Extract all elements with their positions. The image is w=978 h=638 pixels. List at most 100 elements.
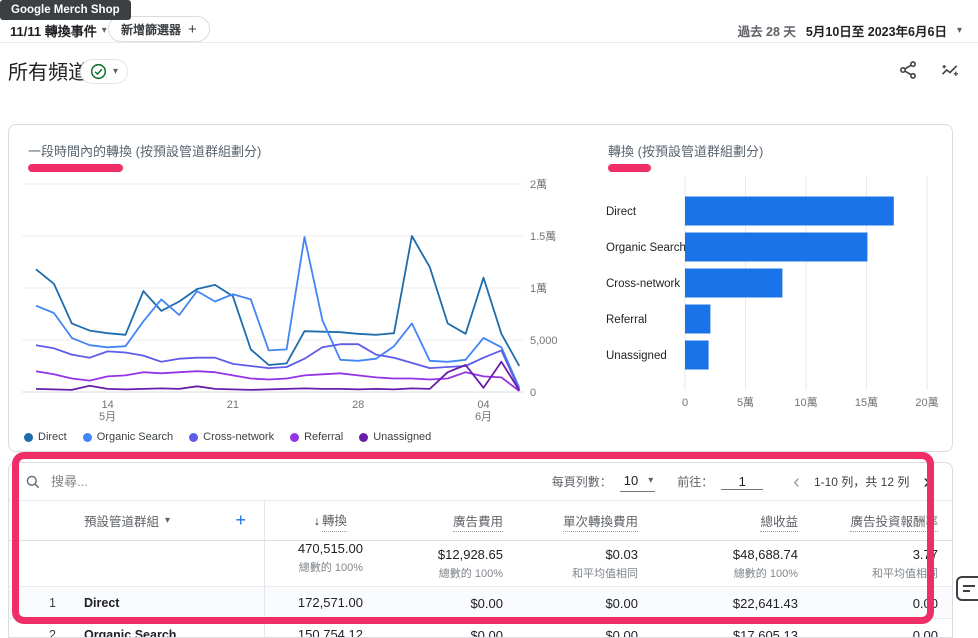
legend-label: Unassigned [373, 431, 432, 443]
totals-roas: 3.77 和平均值相同 [872, 546, 938, 580]
bar-referral [685, 304, 711, 334]
legend-item-referral[interactable]: Referral [290, 431, 343, 443]
goto-page-input[interactable] [721, 473, 764, 490]
column-header-label: 總收益 [760, 515, 798, 532]
add-dimension-button[interactable]: + [235, 510, 246, 531]
bar-category-label: Unassigned [606, 350, 667, 362]
channel-status-pill[interactable]: ▾ [80, 59, 129, 84]
x-axis-tick-label: 5萬 [737, 396, 754, 409]
pagination-range-label: 1-10 列，共 12 列 [813, 475, 910, 489]
date-preset-label: 過去 28 天 [737, 25, 796, 39]
bar-cross-network [685, 268, 783, 298]
legend-dot [189, 432, 199, 442]
search-icon [26, 475, 40, 488]
table-toolbar: 每頁列數： 10 ▾ 前往： ‹ 1-10 列，共 12 列 › [9, 463, 952, 501]
series-line-organic-search [35, 236, 521, 389]
row-channel-name: Direct [84, 596, 120, 610]
previous-page-chevron-icon[interactable]: ‹ [787, 472, 806, 492]
bar-category-label: Cross-network [606, 278, 680, 290]
x-axis-tick-label: 14 [101, 399, 113, 411]
date-range-picker[interactable]: 過去 28 天 5月10日至 2023年6月6日 ▾ [738, 21, 962, 40]
x-axis-tick-label: 04 [477, 399, 489, 411]
conversions-over-time-line-chart: 2萬 1.5萬 1萬 5,000 0 145月 21 28 046月 [22, 178, 558, 423]
table-search-input[interactable] [51, 474, 271, 489]
feedback-chat-icon[interactable] [956, 576, 978, 601]
bar-chart-title: 轉換 (按預設管道群組劃分) [608, 144, 764, 159]
row-channel-name: Organic Search [84, 628, 177, 638]
row-conversions: 150,754.12 [264, 619, 379, 637]
row-roas: 0.00 [912, 595, 938, 611]
legend-label: Cross-network [203, 431, 275, 443]
bar-category-label: Direct [606, 206, 637, 218]
table-row[interactable]: 2 Organic Search 150,754.12 $0.00 $0.00 … [9, 619, 952, 638]
column-header-conversions[interactable]: ↓ 轉換 [264, 501, 379, 540]
header-actions [898, 60, 960, 80]
row-total-revenue: $17,605.13 [732, 627, 798, 638]
report-selector[interactable]: 11/11 轉換事件 ▾ [10, 21, 107, 40]
add-filter-label: 新增篩選器 [121, 22, 182, 37]
x-axis-tick-label: 20萬 [915, 396, 938, 409]
totals-cost-per-conversion: $0.03 和平均值相同 [572, 546, 638, 580]
x-axis-tick-label: 15萬 [855, 396, 878, 409]
channels-table-card: 每頁列數： 10 ▾ 前往： ‹ 1-10 列，共 12 列 › 預設管道群組 … [8, 462, 953, 638]
bar-category-label: Referral [606, 314, 647, 326]
annotation-highlight-bar-right [608, 164, 651, 172]
legend-label: Referral [304, 431, 344, 443]
plus-icon: + [188, 20, 197, 38]
share-icon[interactable] [898, 60, 918, 80]
legend-label: Direct [38, 431, 67, 443]
y-axis-tick-label: 0 [530, 387, 536, 399]
column-header-roas[interactable]: 廣告投資報酬率 [814, 511, 952, 532]
line-chart-legend: Direct Organic Search Cross-network Refe… [24, 431, 431, 443]
legend-dot [359, 432, 369, 442]
date-range-label: 5月10日至 2023年6月6日 [805, 25, 947, 39]
dimension-column-header[interactable]: 預設管道群組 ▾ + [71, 510, 264, 531]
report-selector-label: 11/11 轉換事件 [10, 24, 97, 39]
sort-desc-icon: ↓ [313, 513, 320, 528]
y-axis-tick-label: 2萬 [530, 178, 547, 191]
column-header-label: 廣告投資報酬率 [850, 515, 938, 532]
legend-item-cross-network[interactable]: Cross-network [189, 431, 274, 443]
row-cost-per-conversion: $0.00 [605, 595, 638, 611]
next-page-chevron-icon[interactable]: › [917, 472, 936, 492]
column-header-label: 廣告費用 [452, 515, 503, 532]
totals-ad-cost: $12,928.65 總數的 100% [437, 546, 503, 580]
column-header-ad-cost[interactable]: 廣告費用 [379, 511, 519, 532]
x-axis-tick-sublabel: 6月 [475, 411, 492, 423]
line-chart-title: 一段時間內的轉換 (按預設管道群組劃分) [28, 144, 262, 159]
table-totals-row: 470,515.00 總數的 100% $12,928.65 總數的 100% $0… [9, 541, 952, 587]
bar-unassigned [685, 340, 709, 370]
rows-per-page-select[interactable]: 10 ▾ [619, 471, 656, 492]
check-circle-icon [90, 63, 107, 80]
legend-item-unassigned[interactable]: Unassigned [359, 431, 431, 443]
page-title: 所有頻道 [8, 62, 88, 84]
x-axis-tick-label: 10萬 [794, 396, 817, 409]
dimension-header-label: 預設管道群組 [84, 515, 160, 529]
totals-total-revenue: $48,688.74 總數的 100% [732, 546, 798, 580]
legend-item-organic-search[interactable]: Organic Search [82, 431, 173, 443]
table-pagination: 每頁列數： 10 ▾ 前往： ‹ 1-10 列，共 12 列 › [552, 471, 936, 492]
row-index: 1 [49, 596, 56, 610]
table-header-row: 預設管道群組 ▾ + ↓ 轉換 廣告費用 單次轉換費用 總收益 廣告投資報酬率 [9, 501, 952, 541]
column-header-label: 單次轉換費用 [562, 515, 638, 532]
totals-conversions: 470,515.00 總數的 100% [264, 541, 379, 586]
bar-category-label: Organic Search [606, 242, 686, 254]
goto-page-label: 前往： [677, 475, 714, 489]
legend-dot [290, 432, 300, 442]
column-header-cost-per-conversion[interactable]: 單次轉換費用 [519, 511, 654, 532]
x-axis-tick-label: 21 [227, 399, 239, 411]
y-axis-tick-label: 1.5萬 [530, 230, 556, 243]
bar-organic-search [685, 232, 868, 262]
column-header-label: 轉換 [321, 510, 347, 532]
row-conversions: 172,571.00 [264, 587, 379, 619]
row-total-revenue: $22,641.43 [732, 595, 798, 611]
rows-per-page-value: 10 [623, 473, 639, 488]
insights-icon[interactable] [940, 60, 960, 80]
toolbar-divider [0, 42, 978, 43]
legend-item-direct[interactable]: Direct [24, 431, 67, 443]
table-row[interactable]: 1 Direct 172,571.00 $0.00 $0.00 $22,641.… [9, 587, 952, 619]
rows-per-page-label: 每頁列數： [551, 475, 612, 489]
column-header-total-revenue[interactable]: 總收益 [654, 511, 814, 532]
series-line-cross-network [35, 343, 521, 391]
row-ad-cost: $0.00 [470, 627, 503, 638]
